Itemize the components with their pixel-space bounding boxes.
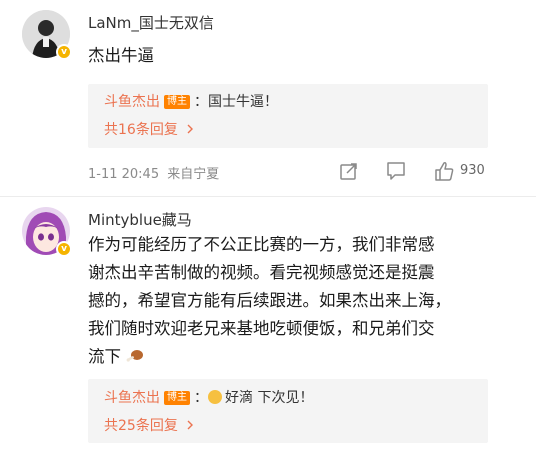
comment-time: 1-11 20:45 xyxy=(88,167,160,182)
comment-username[interactable]: Mintyblue藏马 xyxy=(88,209,192,230)
reply-preview: 斗鱼杰出 博主 ： 好滴 下次见！ xyxy=(104,387,313,407)
thumbs-up-icon[interactable] xyxy=(433,160,455,186)
comment-location: 来自宁夏 xyxy=(167,167,220,182)
comment-text-line-last: 流下 xyxy=(88,343,528,371)
more-replies-link[interactable]: 共16条回复 xyxy=(104,119,194,139)
drumstick-emoji-icon xyxy=(126,344,144,362)
comment-text: 杰出牛逼 xyxy=(88,46,154,65)
reply-author[interactable]: 斗鱼杰出 xyxy=(104,94,160,110)
reply-text: 国士牛逼！ xyxy=(208,94,278,110)
chevron-right-icon xyxy=(186,122,194,138)
share-icon[interactable] xyxy=(339,161,359,185)
verified-badge-icon: v xyxy=(56,241,72,257)
smile-emoji-icon xyxy=(208,390,222,404)
comment-username[interactable]: LaNm_国士无双信 xyxy=(88,12,214,33)
comment-text: 作为可能经历了不公正比赛的一方，我们非常感 谢杰出辛苦制做的视频。看完视频感觉还… xyxy=(88,231,528,371)
reply-separator: ： xyxy=(194,94,208,110)
comment-meta: 1-11 20:45 来自宁夏 xyxy=(88,163,219,182)
reply-text: 好滴 下次见！ xyxy=(225,390,314,406)
blogger-tag: 博主 xyxy=(164,391,190,405)
comment-text-line: 谢杰出辛苦制做的视频。看完视频感觉还是挺震 xyxy=(88,263,435,282)
comment-text-line: 流下 xyxy=(88,347,121,366)
comment-item: v LaNm_国士无双信 杰出牛逼 斗鱼杰出 博主 ：国士牛逼！ 共16条回复 1-… xyxy=(0,0,536,195)
more-replies-label: 共25条回复 xyxy=(104,418,178,434)
like-count: 930 xyxy=(460,163,485,178)
reply-preview-box[interactable]: 斗鱼杰出 博主 ：国士牛逼！ 共16条回复 xyxy=(88,84,488,148)
reply-author[interactable]: 斗鱼杰出 xyxy=(104,390,160,406)
more-replies-label: 共16条回复 xyxy=(104,122,178,138)
reply-preview-box[interactable]: 斗鱼杰出 博主 ： 好滴 下次见！ 共25条回复 xyxy=(88,379,488,443)
comment-item: v Mintyblue藏马 作为可能经历了不公正比赛的一方，我们非常感 谢杰出辛… xyxy=(0,197,536,461)
comment-icon[interactable] xyxy=(386,161,406,185)
reply-preview: 斗鱼杰出 博主 ：国士牛逼！ xyxy=(104,91,278,111)
comment-text-line: 我们随时欢迎老兄来基地吃顿便饭，和兄弟们交 xyxy=(88,319,435,338)
chevron-right-icon xyxy=(186,418,194,434)
more-replies-link[interactable]: 共25条回复 xyxy=(104,415,194,435)
verified-badge-icon: v xyxy=(56,44,72,60)
blogger-tag: 博主 xyxy=(164,95,190,109)
comment-text-line: 作为可能经历了不公正比赛的一方，我们非常感 xyxy=(88,235,435,254)
reply-separator: ： xyxy=(194,390,208,406)
comment-text-line: 撼的，希望官方能有后续跟进。如果杰出来上海， xyxy=(88,291,451,310)
